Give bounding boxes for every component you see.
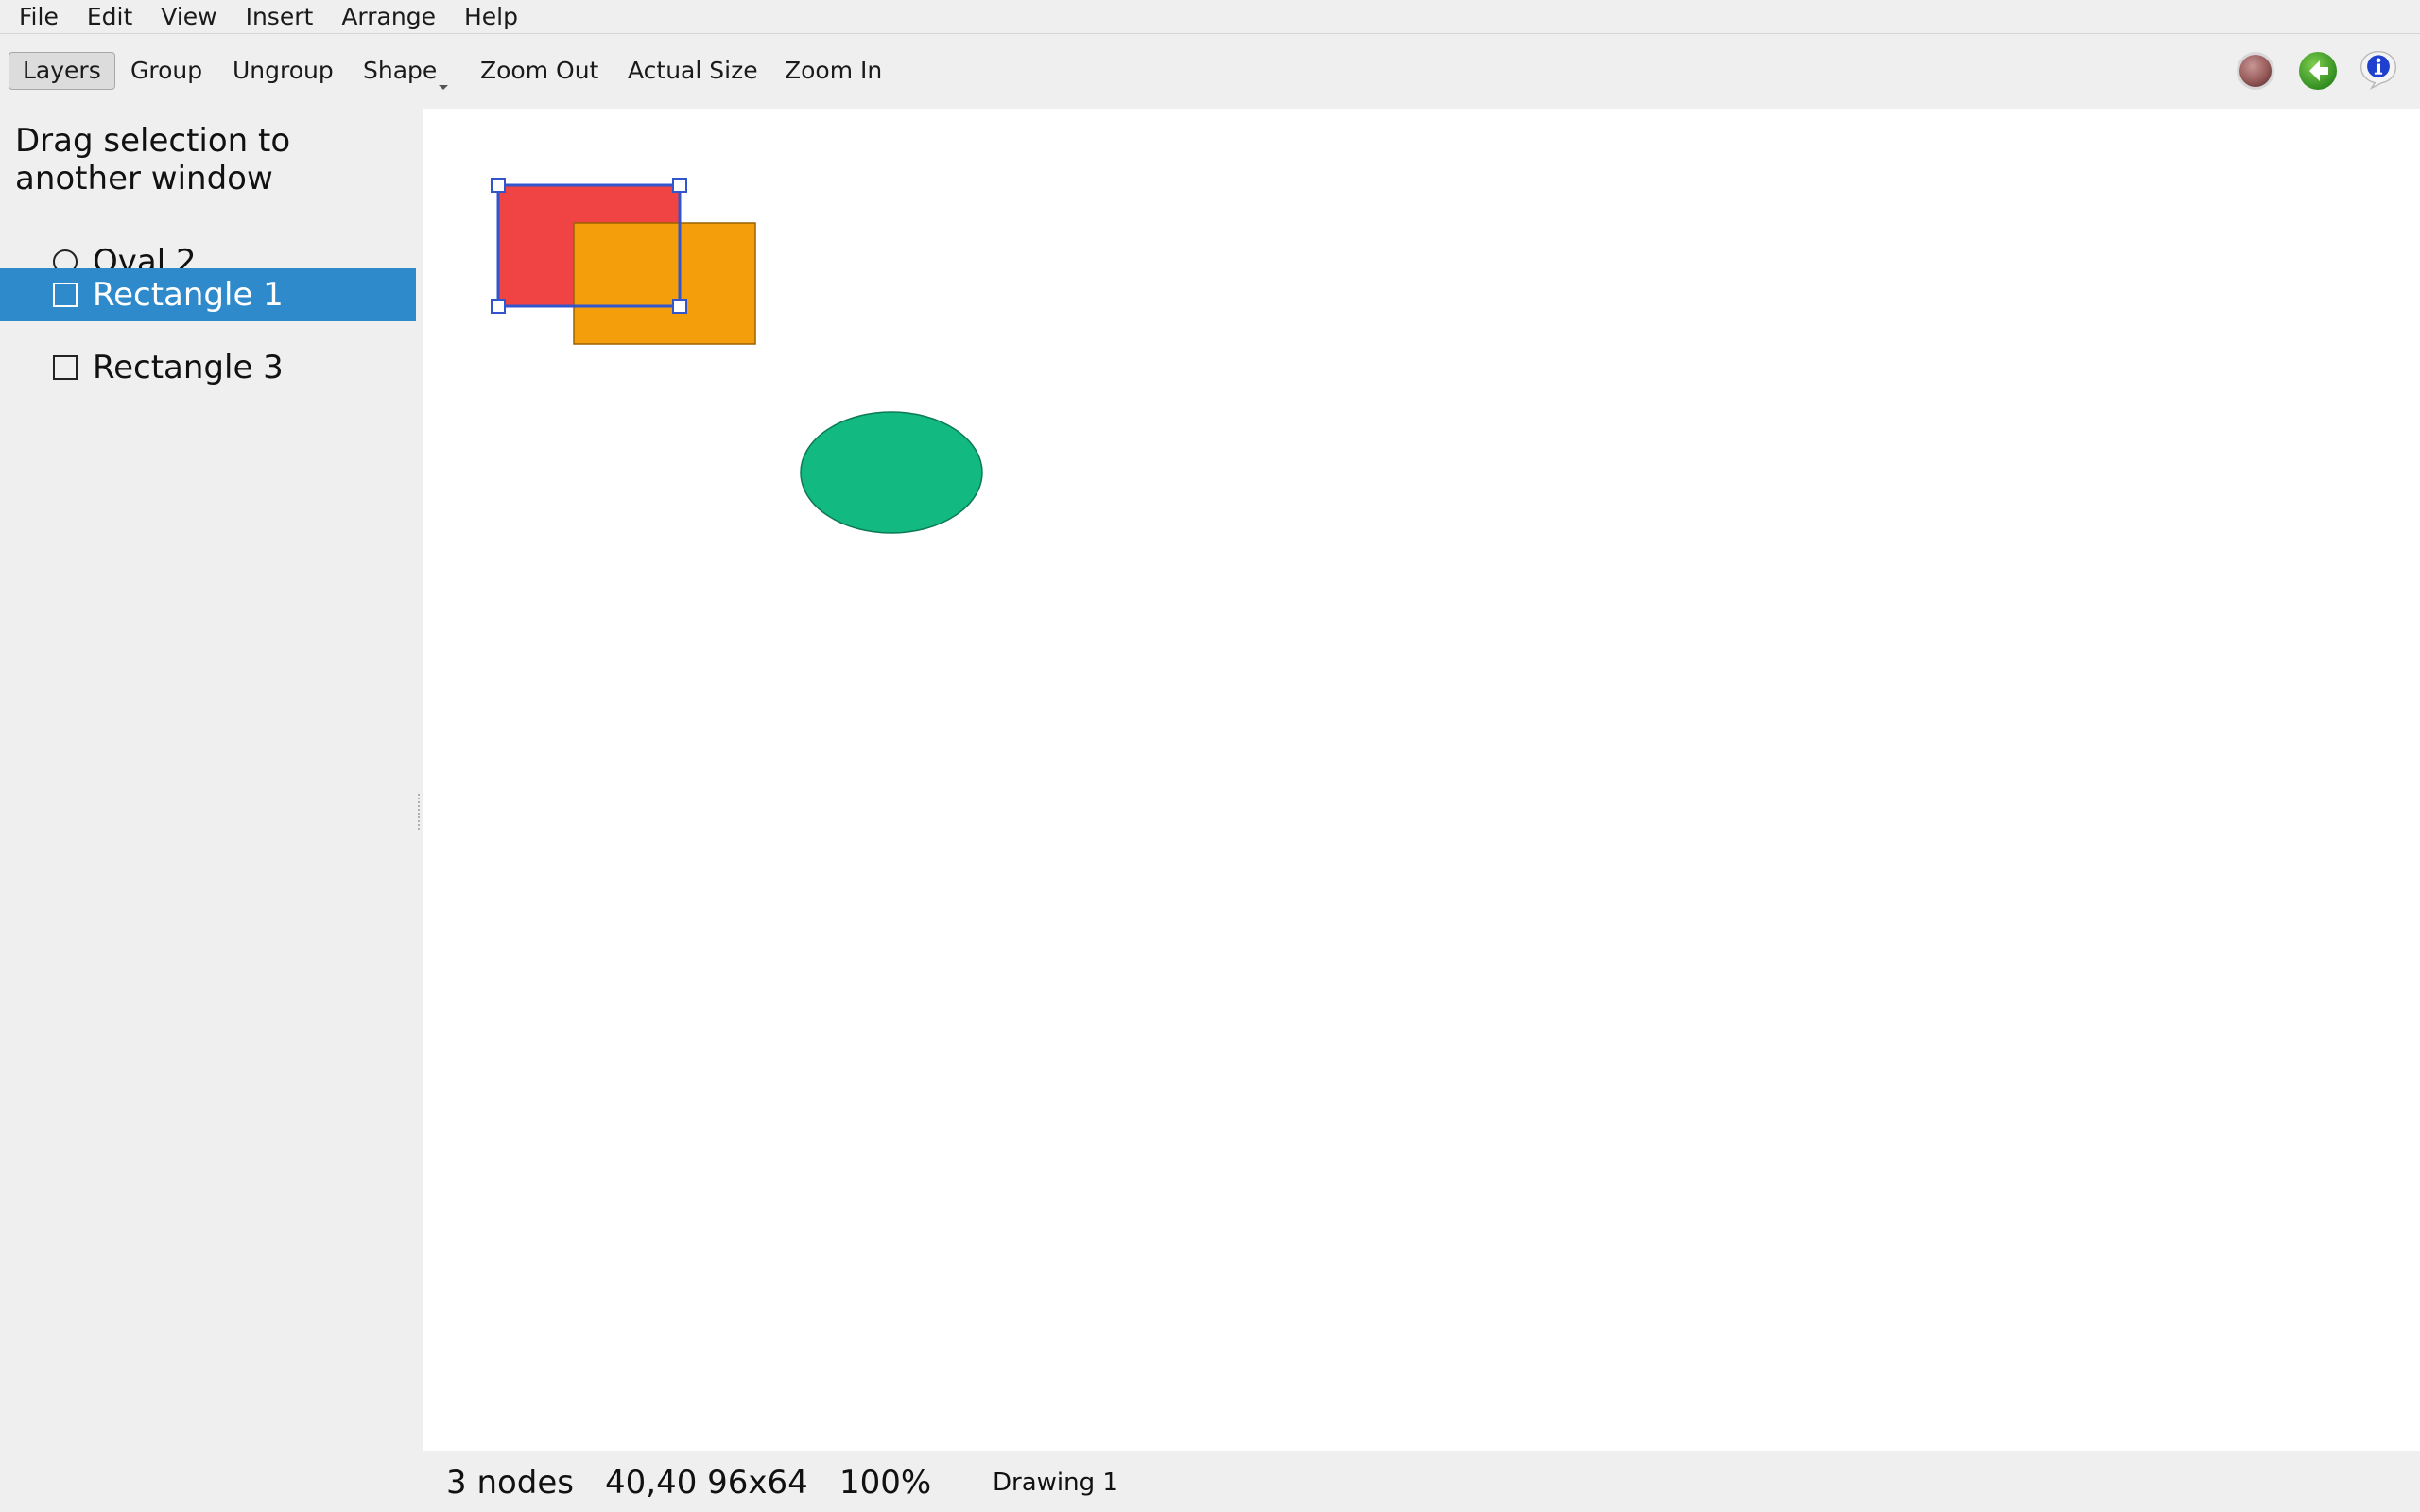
status-bar: 3 nodes 40,40 96x64 100% Drawing 1 [424, 1451, 2420, 1512]
back-arrow-icon[interactable] [2297, 50, 2339, 92]
resize-handle-bottom-left[interactable] [491, 299, 506, 314]
chevron-down-icon [439, 85, 449, 90]
menu-insert[interactable]: Insert [227, 1, 323, 33]
selection-geometry: 40,40 96x64 [605, 1464, 808, 1502]
shape-menu-button[interactable]: Shape [350, 52, 461, 90]
resize-handle-top-left[interactable] [491, 178, 506, 193]
oval-2-shape[interactable] [800, 411, 983, 534]
toolbar: Layers Group Ungroup Shape Zoom Out Actu… [0, 35, 2420, 109]
node-count: 3 nodes [446, 1464, 575, 1502]
actual-size-button[interactable]: Actual Size [614, 52, 771, 90]
drag-hint-text: Drag selection to another window [15, 122, 291, 198]
menu-arrange[interactable]: Arrange [322, 1, 445, 33]
document-name: Drawing 1 [993, 1469, 1118, 1497]
square-icon [53, 355, 78, 380]
menu-file[interactable]: File [0, 1, 68, 33]
app-window: File Edit View Insert Arrange Help Layer… [0, 0, 2420, 1512]
layer-item-rectangle-3[interactable]: Rectangle 3 [0, 341, 416, 394]
layer-item-rectangle-1[interactable]: Rectangle 1 [0, 268, 416, 321]
shape-button-label: Shape [363, 57, 438, 84]
menu-view[interactable]: View [142, 1, 226, 33]
layers-panel: Drag selection to another window Oval 2 … [0, 109, 422, 1512]
record-icon[interactable] [2235, 50, 2276, 92]
resize-handle-bottom-right[interactable] [672, 299, 687, 314]
group-button[interactable]: Group [117, 52, 216, 90]
menu-bar: File Edit View Insert Arrange Help [0, 0, 2420, 34]
zoom-in-button[interactable]: Zoom In [771, 52, 895, 90]
layer-item-label: Rectangle 1 [93, 276, 284, 314]
square-icon [53, 283, 78, 307]
canvas-surface [491, 178, 983, 534]
info-icon[interactable] [2358, 48, 2399, 90]
zoom-out-button[interactable]: Zoom Out [467, 52, 612, 90]
ungroup-button[interactable]: Ungroup [219, 52, 347, 90]
rectangle-3-shape[interactable] [573, 222, 756, 345]
menu-help[interactable]: Help [445, 1, 527, 33]
zoom-level: 100% [839, 1464, 932, 1502]
panel-splitter-handle[interactable] [418, 794, 423, 830]
layer-item-label: Rectangle 3 [93, 349, 284, 387]
drawing-canvas[interactable] [424, 109, 2420, 1451]
resize-handle-top-right[interactable] [672, 178, 687, 193]
menu-edit[interactable]: Edit [68, 1, 142, 33]
layers-button[interactable]: Layers [9, 52, 115, 90]
